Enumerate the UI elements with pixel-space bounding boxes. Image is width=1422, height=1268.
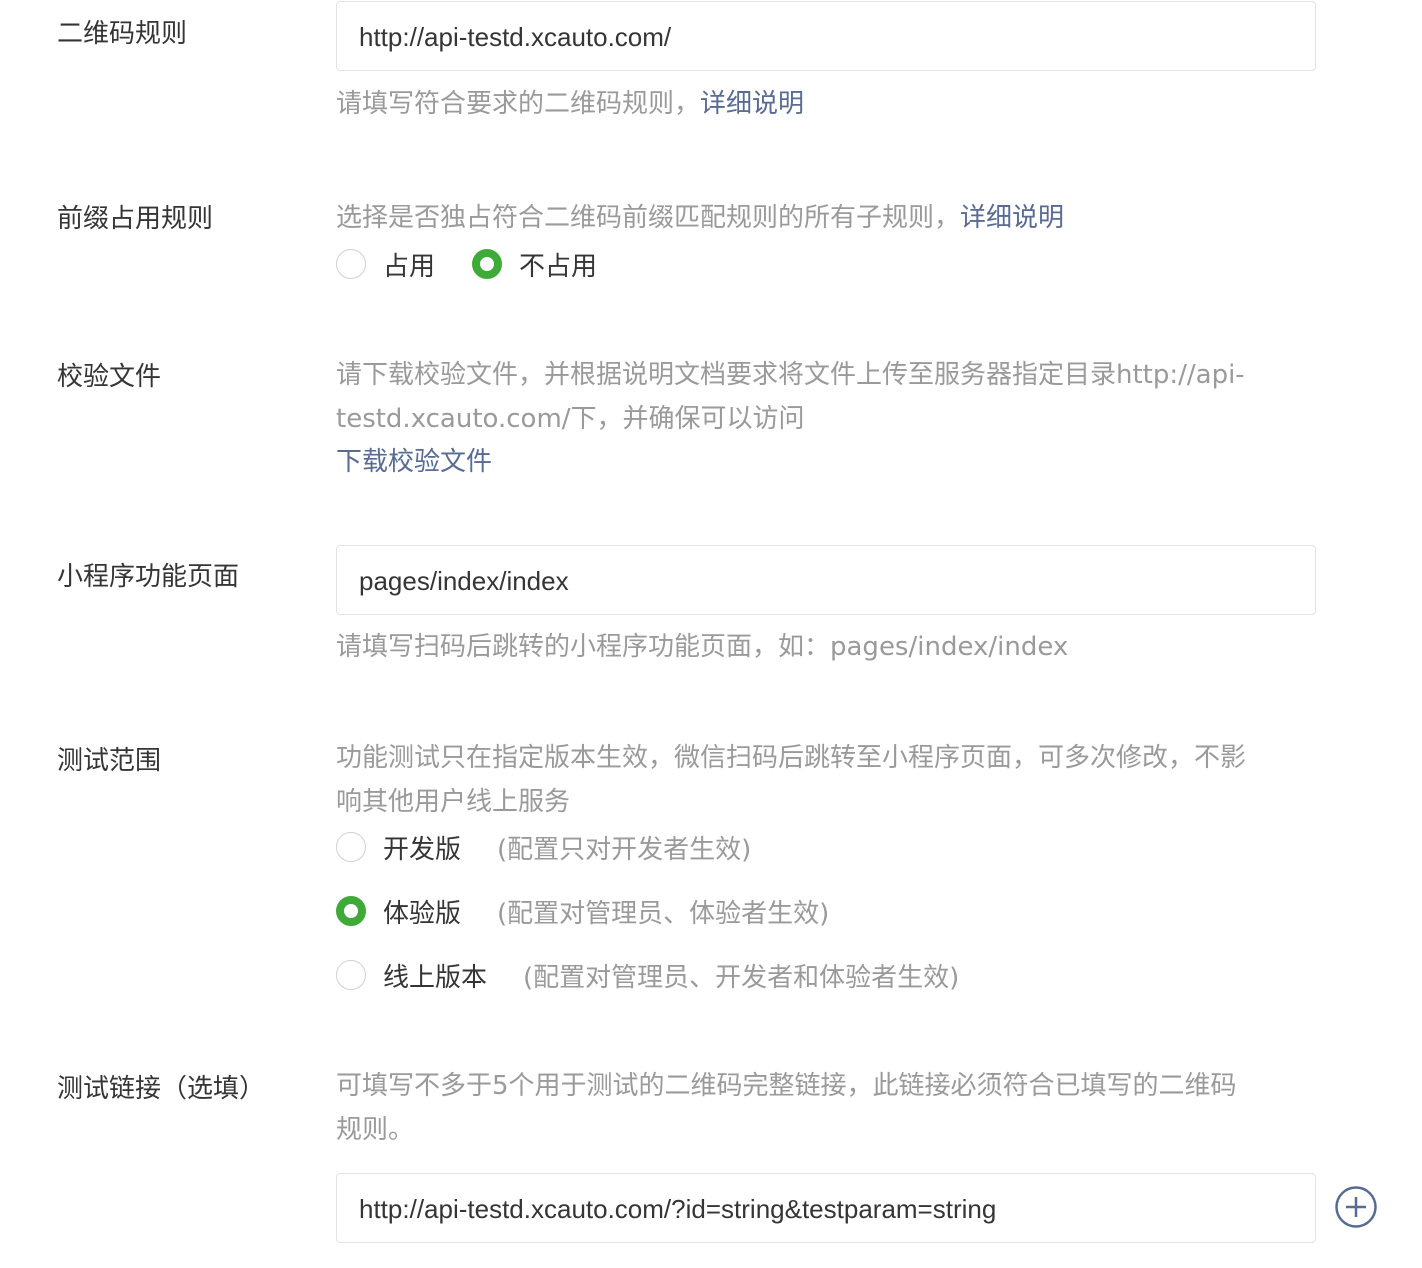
verify-file-label: 校验文件 [57,362,162,392]
qrcode-rule-tip-text: 请填写符合要求的二维码规则， [336,89,701,119]
prefix-rule-option-label: 占用 [383,251,436,282]
test-scope-option-label: 线上版本 [383,962,488,993]
test-scope-tip-line2: 响其他用户线上服务 [336,780,1321,824]
prefix-rule-option-label: 不占用 [519,251,598,282]
test-scope-tip-text-2: 响其他用户线上服务 [336,787,571,817]
radio-checked-icon[interactable] [336,896,366,926]
qrcode-rule-detail-link[interactable]: 详细说明 [700,89,804,119]
test-scope-tip-text-1: 功能测试只在指定版本生效，微信扫码后跳转至小程序页面，可多次修改，不影 [336,743,1247,773]
plus-circle-icon[interactable] [1335,1186,1377,1228]
download-verify-file-link[interactable]: 下载校验文件 [336,447,492,477]
verify-file-tip-text-1: 请下载校验文件，并根据说明文档要求将文件上传至服务器指定目录http://api… [336,360,1245,390]
test-scope-option-label: 开发版 [383,834,462,865]
verify-file-tip-line2: testd.xcauto.com/下，并确保可以访问 [336,397,1321,441]
prefix-rule-label: 前缀占用规则 [57,204,214,234]
test-link-input[interactable]: http://api-testd.xcauto.com/?id=string&t… [336,1173,1316,1243]
prefix-rule-radio-group: 占用 不占用 [336,244,597,284]
test-links-tip-text-2: 规则。 [336,1115,415,1145]
verify-file-download-row: 下载校验文件 [336,440,1321,484]
verify-file-tip-text-2: testd.xcauto.com/下，并确保可以访问 [336,404,805,434]
test-scope-option-dev[interactable]: 开发版 (配置只对开发者生效) [336,827,751,867]
test-scope-option-release[interactable]: 线上版本 (配置对管理员、开发者和体验者生效) [336,955,959,995]
radio-checked-icon[interactable] [472,249,503,279]
prefix-rule-tip-text: 选择是否独占符合二维码前缀匹配规则的所有子规则， [336,203,961,233]
qrcode-rule-label: 二维码规则 [57,19,188,49]
add-test-link-button[interactable] [1335,1186,1377,1228]
test-scope-option-note: (配置对管理员、体验者生效) [497,898,830,929]
test-links-tip-line1: 可填写不多于5个用于测试的二维码完整链接，此链接必须符合已填写的二维码 [336,1064,1321,1108]
test-scope-option-trial[interactable]: 体验版 (配置对管理员、体验者生效) [336,891,829,931]
prefix-rule-detail-link[interactable]: 详细说明 [960,203,1064,233]
test-scope-option-note: (配置对管理员、开发者和体验者生效) [523,962,960,993]
radio-unchecked-icon[interactable] [336,832,366,862]
radio-unchecked-icon[interactable] [336,960,366,990]
page-path-label: 小程序功能页面 [57,562,240,592]
prefix-rule-option-not-occupy[interactable]: 不占用 [472,246,597,283]
test-scope-label: 测试范围 [57,746,162,776]
prefix-rule-option-occupy[interactable]: 占用 [336,246,435,283]
test-links-tip-text-1: 可填写不多于5个用于测试的二维码完整链接，此链接必须符合已填写的二维码 [336,1071,1237,1101]
prefix-rule-tip: 选择是否独占符合二维码前缀匹配规则的所有子规则，详细说明 [336,196,1321,240]
radio-unchecked-icon[interactable] [336,249,366,279]
test-scope-tip-line1: 功能测试只在指定版本生效，微信扫码后跳转至小程序页面，可多次修改，不影 [336,736,1321,780]
qrcode-rule-input[interactable]: http://api-testd.xcauto.com/ [336,1,1316,71]
test-scope-option-label: 体验版 [383,898,462,929]
test-scope-option-note: (配置只对开发者生效) [497,834,752,865]
qrcode-rule-value: http://api-testd.xcauto.com/ [359,22,672,52]
test-links-tip-line2: 规则。 [336,1108,1321,1152]
test-link-value: http://api-testd.xcauto.com/?id=string&t… [359,1194,997,1224]
page-path-tip: 请填写扫码后跳转的小程序功能页面，如：pages/index/index [336,625,1321,669]
test-links-label: 测试链接（选填） [57,1074,266,1104]
page-path-input[interactable]: pages/index/index [336,545,1316,615]
verify-file-tip-line1: 请下载校验文件，并根据说明文档要求将文件上传至服务器指定目录http://api… [336,353,1321,397]
qrcode-rule-tip: 请填写符合要求的二维码规则，详细说明 [336,82,1321,126]
page-path-tip-text: 请填写扫码后跳转的小程序功能页面，如：pages/index/index [336,632,1069,662]
page-path-value: pages/index/index [359,566,569,596]
